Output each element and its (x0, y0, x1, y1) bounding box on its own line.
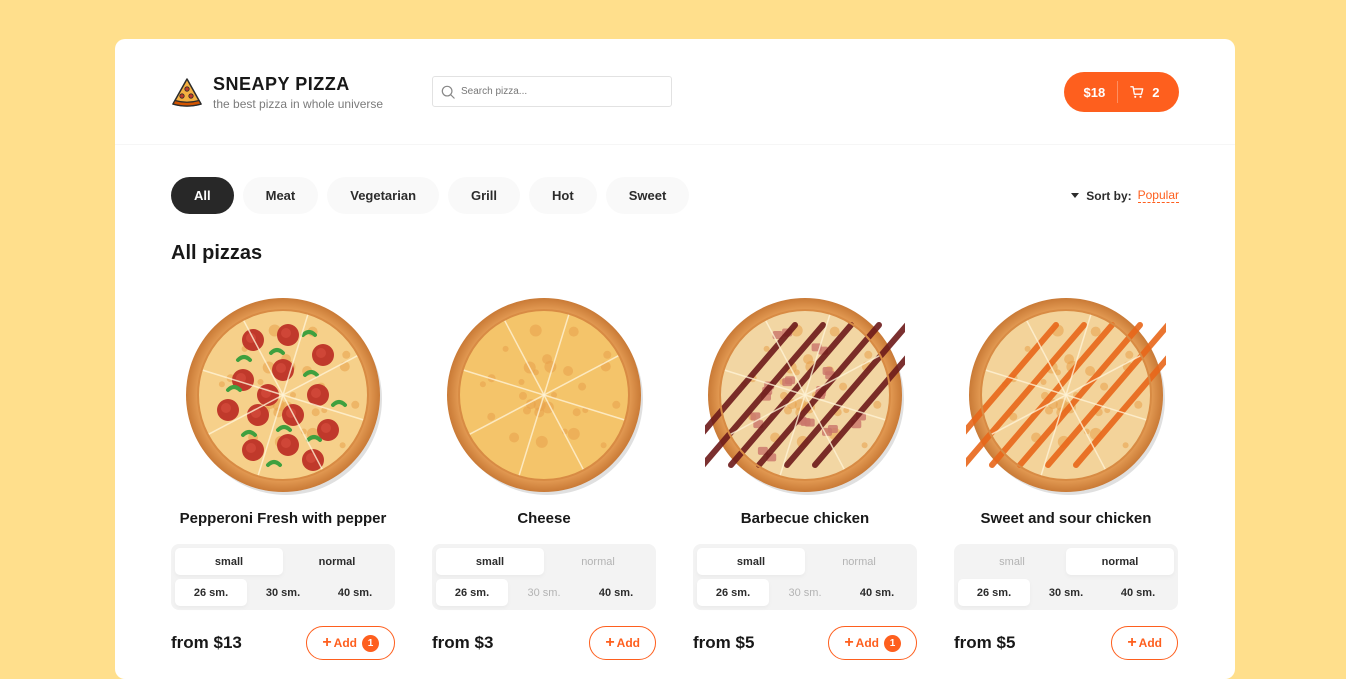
size-option-26[interactable]: 26 sm. (958, 579, 1030, 606)
app-container: SNEAPY PIZZA the best pizza in whole uni… (115, 39, 1235, 679)
cart-count: 2 (1152, 84, 1160, 100)
logo-subtitle: the best pizza in whole universe (213, 97, 384, 111)
type-option-normal[interactable]: normal (283, 548, 391, 575)
search-box[interactable] (432, 76, 672, 107)
add-to-cart-button[interactable]: + Add 1 (828, 626, 917, 660)
pizza-options: small normal 26 sm. 30 sm. 40 sm. (693, 544, 917, 610)
cart-total: $18 (1083, 84, 1106, 100)
category-vegetarian[interactable]: Vegetarian (327, 177, 440, 214)
type-option-small[interactable]: small (175, 548, 283, 575)
pizza-price: from $5 (693, 633, 755, 652)
add-to-cart-button[interactable]: + Add (1111, 626, 1178, 660)
size-option-30[interactable]: 30 sm. (247, 579, 319, 606)
add-button-label: Add (333, 636, 357, 650)
size-options: 26 sm. 30 sm. 40 sm. (958, 579, 1174, 606)
type-options: small normal (958, 548, 1174, 575)
add-button-label: Add (616, 636, 640, 650)
pizza-image (183, 295, 383, 495)
pizza-card: Cheese small normal 26 sm. 30 sm. 40 sm. from … (432, 295, 656, 660)
plus-icon: + (322, 634, 332, 651)
pizza-logo-icon (172, 78, 202, 107)
cart-icon (1130, 86, 1144, 98)
pizza-options: small normal 26 sm. 30 sm. 40 sm. (432, 544, 656, 610)
type-options: small normal (697, 548, 913, 575)
search-input[interactable] (461, 86, 651, 97)
section-title: All pizzas (171, 242, 263, 264)
pizza-name: Pepperoni Fresh with pepper (179, 510, 387, 527)
sort-arrow-icon (1071, 193, 1080, 198)
size-option-40[interactable]: 40 sm. (580, 579, 652, 606)
type-option-normal: normal (842, 555, 876, 568)
add-to-cart-button[interactable]: + Add (589, 626, 656, 660)
cart-button[interactable]: $18 2 (1064, 72, 1179, 112)
category-tabs: All Meat Vegetarian Grill Hot Sweet (171, 177, 698, 214)
pizza-card: Barbecue chicken small normal 26 sm. 30 sm. 4… (672, 295, 938, 660)
pizza-price: from $3 (432, 633, 494, 652)
pizza-footer: from $13 + Add 1 (171, 626, 395, 660)
category-hot[interactable]: Hot (529, 177, 597, 214)
search-icon (441, 85, 455, 99)
category-meat[interactable]: Meat (242, 177, 319, 214)
pizza-image (672, 295, 938, 495)
type-option-small[interactable]: small (436, 548, 544, 575)
type-option-normal[interactable]: normal (1066, 548, 1174, 575)
pizza-card: Pepperoni Fresh with pepper small normal 26… (171, 295, 395, 660)
pizza-image (933, 295, 1199, 495)
logo[interactable]: SNEAPY PIZZA the best pizza in whole uni… (171, 73, 383, 111)
add-button-label: Add (855, 636, 879, 650)
type-option-normal: normal (581, 555, 615, 568)
pizza-name: Sweet and sour chicken (980, 510, 1152, 527)
size-options: 26 sm. 30 sm. 40 sm. (697, 579, 913, 606)
pizza-footer: from $5 + Add 1 (693, 626, 917, 660)
pizza-card: Sweet and sour chicken small normal 26 sm. 3… (933, 295, 1199, 660)
plus-icon: + (605, 634, 615, 651)
size-option-30: 30 sm. (788, 586, 822, 599)
pizza-image (444, 295, 644, 495)
size-option-26[interactable]: 26 sm. (436, 579, 508, 606)
size-option-26[interactable]: 26 sm. (175, 579, 247, 606)
cart-divider (1117, 81, 1119, 103)
pizza-name: Barbecue chicken (740, 510, 870, 527)
size-option-40[interactable]: 40 sm. (1102, 579, 1174, 606)
size-option-26[interactable]: 26 sm. (697, 579, 769, 606)
type-option-small: small (999, 555, 1025, 568)
category-sweet[interactable]: Sweet (605, 177, 690, 214)
sort-control[interactable]: Sort by: Popular (1071, 188, 1179, 203)
plus-icon: + (1127, 634, 1137, 651)
add-button-label: Add (1138, 636, 1162, 650)
pizza-footer: from $3 + Add (432, 626, 656, 660)
size-options: 26 sm. 30 sm. 40 sm. (175, 579, 391, 606)
pizza-options: small normal 26 sm. 30 sm. 40 sm. (171, 544, 395, 610)
pizza-price: from $5 (954, 633, 1016, 652)
size-option-30: 30 sm. (527, 586, 561, 599)
pizza-price: from $13 (171, 633, 242, 652)
category-grill[interactable]: Grill (448, 177, 521, 214)
sort-value[interactable]: Popular (1137, 188, 1179, 203)
sort-label: Sort by: (1086, 188, 1132, 203)
add-to-cart-button[interactable]: + Add 1 (306, 626, 395, 660)
size-option-40[interactable]: 40 sm. (319, 579, 391, 606)
type-option-small[interactable]: small (697, 548, 805, 575)
header: SNEAPY PIZZA the best pizza in whole uni… (115, 39, 1235, 145)
added-count-badge: 1 (884, 634, 901, 652)
size-option-30[interactable]: 30 sm. (1030, 579, 1102, 606)
type-options: small normal (175, 548, 391, 575)
size-options: 26 sm. 30 sm. 40 sm. (436, 579, 652, 606)
plus-icon: + (844, 634, 854, 651)
size-option-40[interactable]: 40 sm. (841, 579, 913, 606)
pizza-footer: from $5 + Add (954, 626, 1178, 660)
logo-title: SNEAPY PIZZA (213, 74, 350, 94)
pizza-options: small normal 26 sm. 30 sm. 40 sm. (954, 544, 1178, 610)
added-count-badge: 1 (362, 634, 379, 652)
type-options: small normal (436, 548, 652, 575)
category-all[interactable]: All (171, 177, 234, 214)
pizza-name: Cheese (517, 510, 571, 527)
